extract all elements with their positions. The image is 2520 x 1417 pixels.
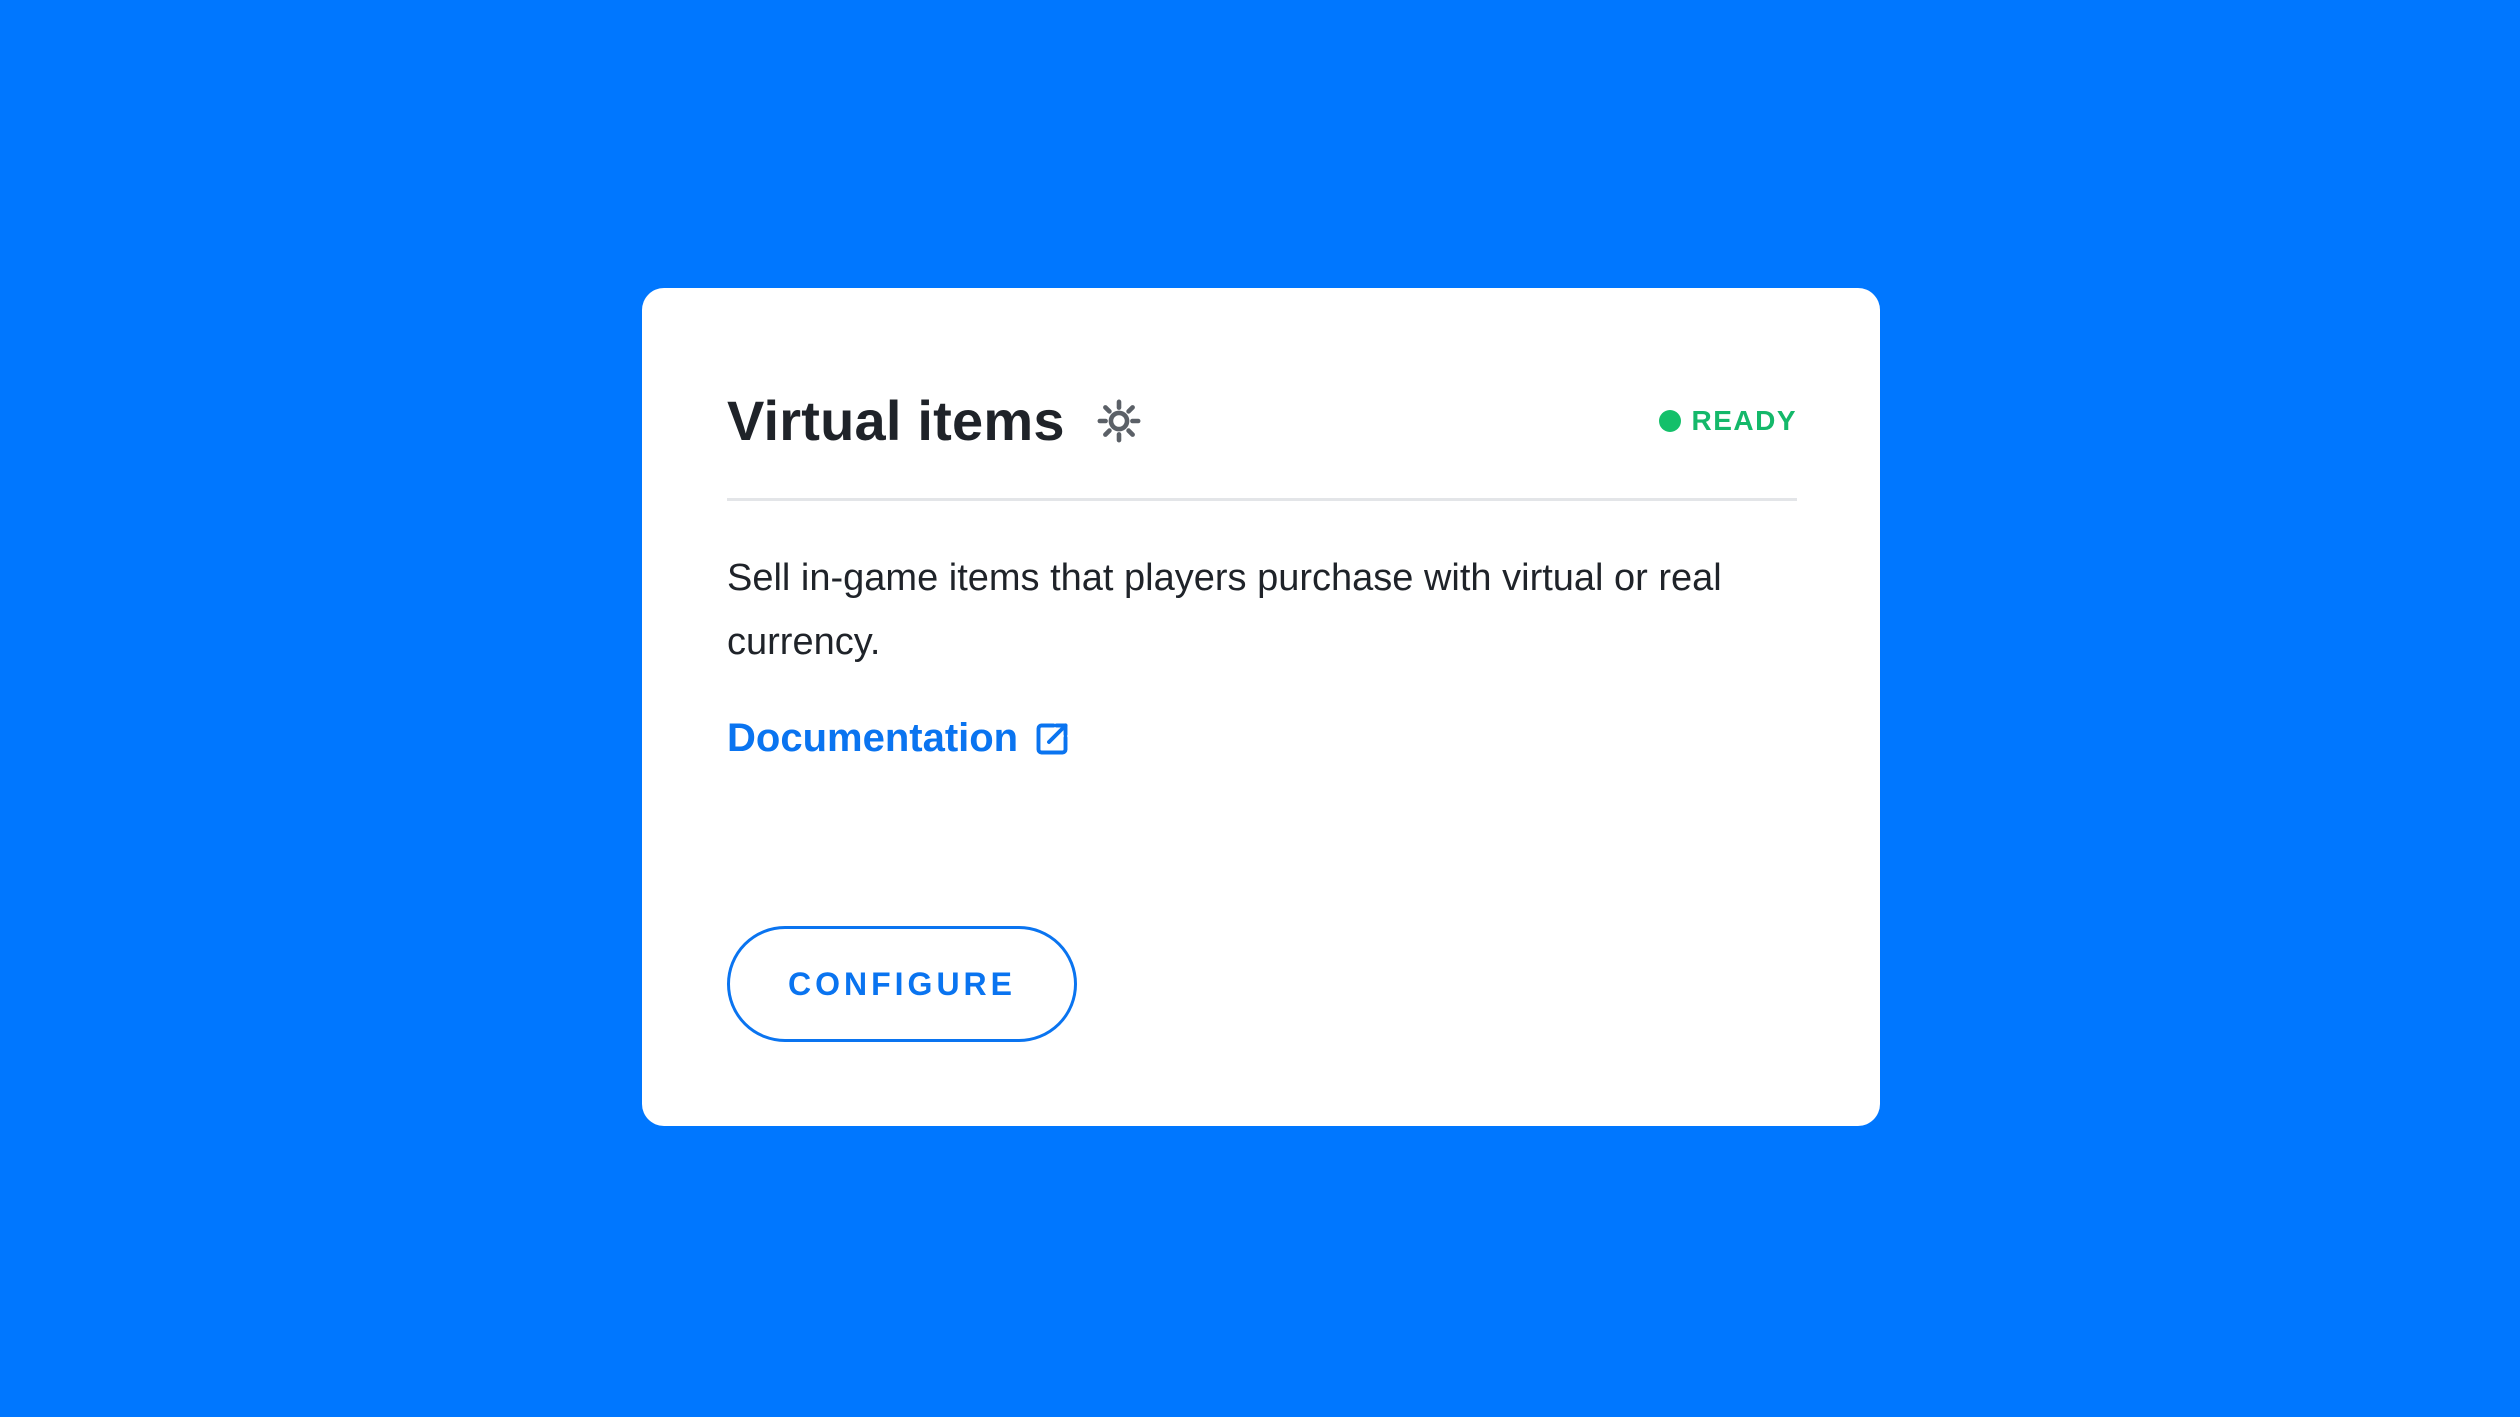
- card-description: Sell in-game items that players purchase…: [727, 557, 1722, 663]
- feature-card: Virtual items READY Sell in-game items t…: [642, 288, 1880, 1126]
- card-header: Virtual items READY: [727, 378, 1797, 463]
- status-label: READY: [1691, 404, 1797, 436]
- gear-icon[interactable]: [1095, 397, 1143, 445]
- configure-button[interactable]: CONFIGURE: [727, 926, 1077, 1042]
- external-link-icon: [1034, 721, 1070, 757]
- card-title: Virtual items: [727, 388, 1065, 452]
- status-dot-icon: [1659, 409, 1682, 432]
- header-divider: [727, 498, 1797, 501]
- status-badge: READY: [1659, 405, 1797, 437]
- documentation-link[interactable]: Documentation: [727, 716, 1070, 761]
- documentation-link-label: Documentation: [727, 716, 1019, 760]
